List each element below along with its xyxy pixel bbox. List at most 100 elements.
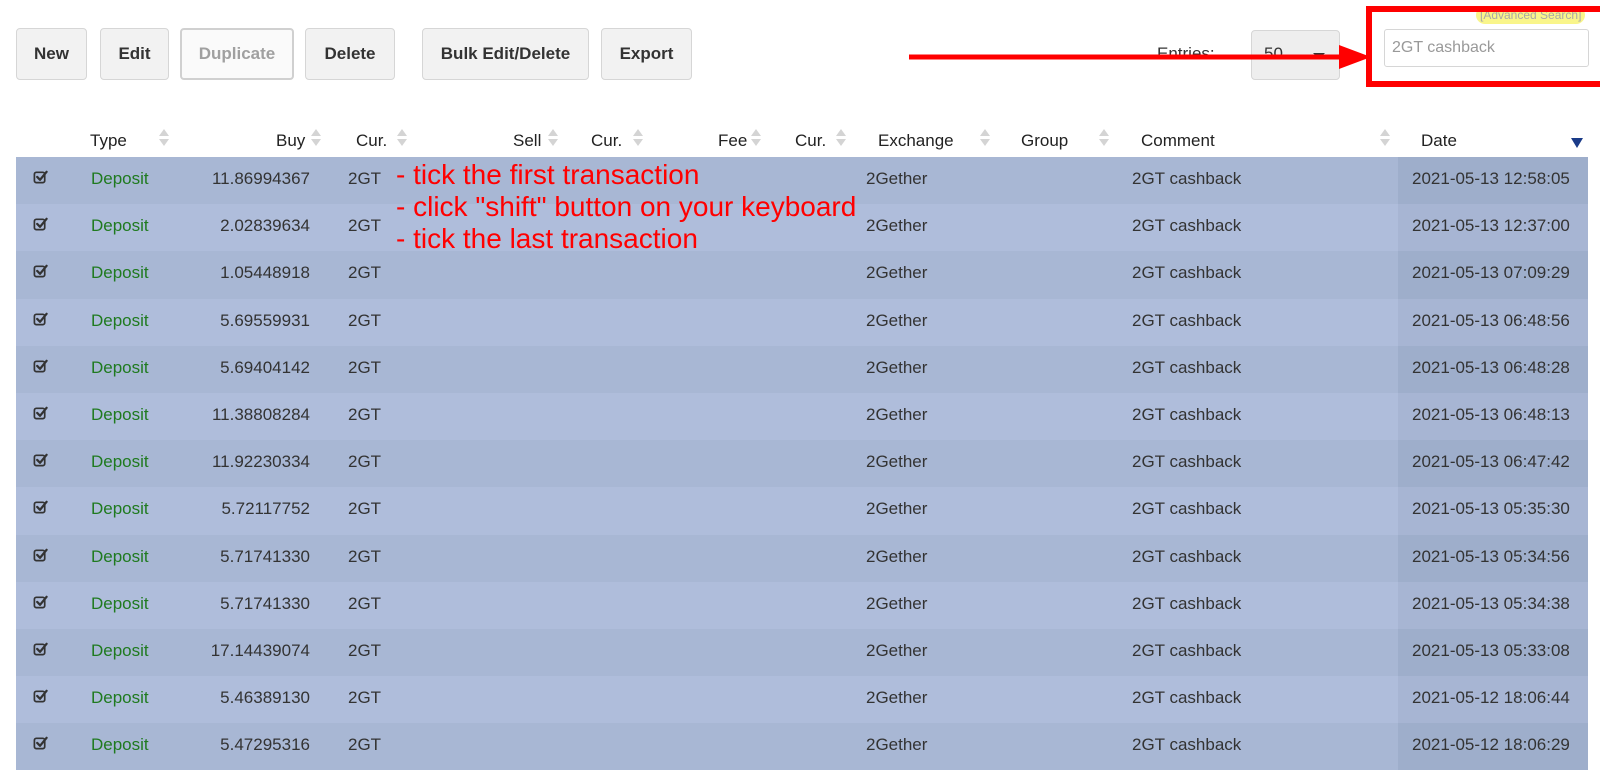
- cell-date: 2021-05-13 06:48:28: [1412, 357, 1570, 377]
- col-sell-cur[interactable]: Cur.: [591, 131, 622, 151]
- duplicate-button[interactable]: Duplicate: [180, 28, 294, 80]
- checked-checkbox-icon[interactable]: [33, 641, 48, 656]
- table-row[interactable]: Deposit 5.71741330 2GT 2Gether 2GT cashback 2…: [16, 534, 1588, 582]
- checked-checkbox-icon[interactable]: [33, 688, 48, 703]
- cell-currency: 2GT: [348, 169, 382, 188]
- col-sell[interactable]: Sell: [513, 131, 541, 151]
- sort-icon[interactable]: [1099, 129, 1109, 151]
- cell-buy: 5.46389130: [220, 688, 310, 708]
- sort-icon[interactable]: [548, 129, 558, 151]
- cell-type: Deposit: [91, 593, 149, 613]
- sort-icon[interactable]: [1380, 129, 1390, 151]
- sort-icon[interactable]: [751, 129, 761, 151]
- sort-icon[interactable]: [633, 129, 643, 151]
- new-button[interactable]: New: [16, 28, 87, 80]
- cell-date: 2021-05-13 05:34:38: [1412, 593, 1570, 613]
- cell-exchange: 2Gether: [866, 404, 928, 424]
- edit-button[interactable]: Edit: [100, 28, 169, 80]
- cell-currency: 2GT: [348, 593, 382, 613]
- checked-checkbox-icon[interactable]: [33, 547, 48, 562]
- cell-exchange: 2Gether: [866, 263, 928, 283]
- table-row[interactable]: Deposit 5.69404142 2GT 2Gether 2GT cashback 2…: [16, 345, 1588, 393]
- cell-buy: 2.02839634: [220, 216, 310, 236]
- cell-exchange: 2Gether: [866, 357, 928, 377]
- table-row[interactable]: Deposit 17.14439074 2GT 2Gether 2GT cashback…: [16, 628, 1588, 677]
- cell-type: Deposit: [91, 169, 149, 188]
- cell-comment: 2GT cashback: [1132, 593, 1242, 613]
- sort-desc-icon[interactable]: [1571, 138, 1583, 148]
- col-group[interactable]: Group: [1021, 131, 1068, 151]
- cell-exchange: 2Gether: [866, 688, 928, 708]
- cell-comment: 2GT cashback: [1132, 546, 1242, 566]
- table-row[interactable]: Deposit 11.38808284 2GT 2Gether 2GT cashback…: [16, 392, 1588, 441]
- cell-type: Deposit: [91, 310, 149, 330]
- col-buy-cur[interactable]: Cur.: [356, 131, 387, 151]
- delete-button[interactable]: Delete: [305, 28, 395, 80]
- sort-icon[interactable]: [980, 129, 990, 151]
- cell-date: 2021-05-13 07:09:29: [1412, 263, 1570, 283]
- cell-currency: 2GT: [348, 310, 382, 330]
- cell-date: 2021-05-13 05:34:56: [1412, 546, 1570, 566]
- sort-icon[interactable]: [836, 129, 846, 151]
- cell-date: 2021-05-13 06:47:42: [1412, 452, 1570, 472]
- col-comment[interactable]: Comment: [1141, 131, 1215, 151]
- search-input[interactable]: [1384, 29, 1589, 67]
- cell-currency: 2GT: [348, 688, 382, 708]
- sort-icon[interactable]: [159, 129, 169, 151]
- checked-checkbox-icon[interactable]: [33, 594, 48, 609]
- cell-buy: 11.38808284: [211, 404, 310, 424]
- annotation-line: - tick the first transaction: [396, 159, 700, 190]
- sort-icon[interactable]: [311, 129, 321, 151]
- checked-checkbox-icon[interactable]: [33, 263, 48, 278]
- table-row[interactable]: Deposit 1.05448918 2GT 2Gether 2GT cashback 2…: [16, 251, 1588, 299]
- annotation-line: - tick the last transaction: [396, 223, 698, 254]
- entries-label: Entries:: [1157, 44, 1215, 63]
- cell-buy: 5.47295316: [220, 735, 310, 755]
- cell-comment: 2GT cashback: [1132, 735, 1242, 755]
- cell-comment: 2GT cashback: [1132, 310, 1242, 330]
- advanced-search-link[interactable]: [Advanced Search]: [1476, 6, 1586, 24]
- col-fee-cur[interactable]: Cur.: [795, 131, 826, 151]
- bulk-edit-delete-button[interactable]: Bulk Edit/Delete: [422, 28, 589, 80]
- cell-comment: 2GT cashback: [1132, 263, 1242, 283]
- chevron-down-icon: [1313, 53, 1325, 59]
- cell-currency: 2GT: [348, 452, 382, 472]
- cell-type: Deposit: [91, 263, 149, 283]
- table-row[interactable]: Deposit 5.72117752 2GT 2Gether 2GT cashback 2…: [16, 487, 1588, 535]
- table-row[interactable]: Deposit 5.46389130 2GT 2Gether 2GT cashback 2…: [16, 676, 1588, 724]
- cell-comment: 2GT cashback: [1132, 452, 1242, 472]
- table-row[interactable]: Deposit 5.69559931 2GT 2Gether 2GT cashback 2…: [16, 298, 1588, 346]
- checked-checkbox-icon[interactable]: [33, 169, 48, 184]
- cell-currency: 2GT: [348, 404, 382, 424]
- col-fee[interactable]: Fee: [718, 131, 747, 151]
- cell-type: Deposit: [91, 404, 149, 424]
- cell-buy: 11.86994367: [211, 169, 310, 188]
- col-buy[interactable]: Buy: [276, 131, 305, 151]
- cell-type: Deposit: [91, 499, 149, 519]
- table-row[interactable]: Deposit 5.47295316 2GT 2Gether 2GT cashback 2…: [16, 723, 1588, 771]
- cell-buy: 17.14439074: [210, 640, 310, 660]
- checked-checkbox-icon[interactable]: [33, 499, 48, 514]
- cell-date: 2021-05-12 18:06:44: [1412, 688, 1570, 708]
- checked-checkbox-icon[interactable]: [33, 216, 48, 231]
- checked-checkbox-icon[interactable]: [33, 405, 48, 420]
- entries-select[interactable]: 50: [1251, 30, 1340, 80]
- sort-icon[interactable]: [397, 129, 407, 151]
- checked-checkbox-icon[interactable]: [33, 358, 48, 373]
- export-button[interactable]: Export: [601, 28, 692, 80]
- cell-date: 2021-05-13 06:48:13: [1412, 404, 1570, 424]
- cell-type: Deposit: [91, 357, 149, 377]
- cell-comment: 2GT cashback: [1132, 688, 1242, 708]
- cell-date: 2021-05-13 06:48:56: [1412, 310, 1570, 330]
- table-row[interactable]: Deposit 5.71741330 2GT 2Gether 2GT cashback 2…: [16, 581, 1588, 629]
- checked-checkbox-icon[interactable]: [33, 452, 48, 467]
- col-exchange[interactable]: Exchange: [878, 131, 954, 151]
- checked-checkbox-icon[interactable]: [33, 311, 48, 326]
- table-row[interactable]: Deposit 11.92230334 2GT 2Gether 2GT cashback…: [16, 440, 1588, 488]
- cell-date: 2021-05-13 12:37:00: [1412, 216, 1570, 236]
- checked-checkbox-icon[interactable]: [33, 735, 48, 750]
- col-type[interactable]: Type: [90, 131, 127, 151]
- cell-exchange: 2Gether: [866, 452, 928, 472]
- cell-exchange: 2Gether: [866, 169, 928, 188]
- col-date[interactable]: Date: [1421, 131, 1457, 151]
